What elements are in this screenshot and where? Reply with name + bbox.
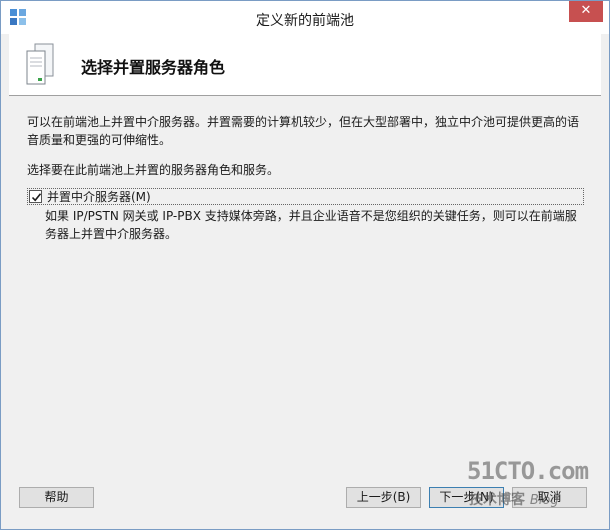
cancel-button[interactable]: 取消: [512, 487, 587, 508]
server-icon: [25, 42, 57, 86]
dialog-window: 定义新的前端池 ✕ 选择并置服务器角色 可以在前端池上并置中介服务器。并置需要的…: [0, 0, 610, 530]
option-description: 如果 IP/PSTN 网关或 IP-PBX 支持媒体旁路，并且企业语音不是您组织…: [45, 209, 577, 241]
help-button[interactable]: 帮助: [19, 487, 94, 508]
window-title: 定义新的前端池: [256, 13, 354, 29]
title-bar[interactable]: 定义新的前端池 ✕: [1, 1, 609, 34]
content-area: 可以在前端池上并置中介服务器。并置需要的计算机较少，但在大型部署中，独立中介池可…: [27, 113, 587, 243]
watermark-brand: 51CTO.com: [467, 457, 589, 485]
page-title: 选择并置服务器角色: [81, 58, 226, 77]
close-button[interactable]: ✕: [569, 1, 603, 22]
checkmark-icon: [31, 193, 42, 202]
checkbox-label: 并置中介服务器(M): [47, 190, 151, 204]
back-button[interactable]: 上一步(B): [346, 487, 421, 508]
page-header: 选择并置服务器角色: [9, 34, 601, 96]
collocate-mediation-checkbox[interactable]: [29, 190, 42, 203]
close-icon: ✕: [580, 3, 592, 18]
next-button[interactable]: 下一步(N): [429, 487, 504, 508]
collocate-mediation-checkbox-row[interactable]: 并置中介服务器(M): [27, 188, 584, 205]
intro-text: 可以在前端池上并置中介服务器。并置需要的计算机较少，但在大型部署中，独立中介池可…: [27, 115, 580, 147]
prompt-text: 选择要在此前端池上并置的服务器角色和服务。: [27, 163, 280, 177]
